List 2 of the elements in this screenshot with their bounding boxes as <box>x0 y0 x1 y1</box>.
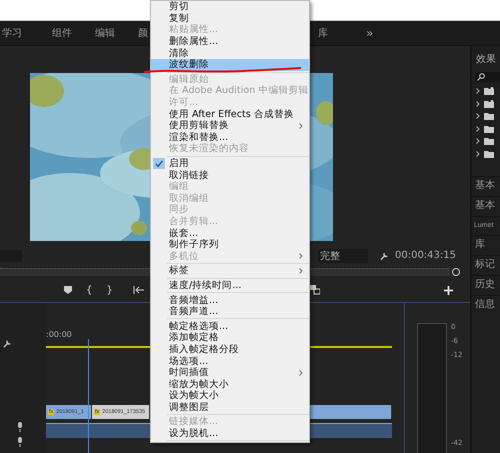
timeline-timecode: :00:00 <box>46 330 72 340</box>
timecode: 00:00:43:15 <box>394 250 456 261</box>
